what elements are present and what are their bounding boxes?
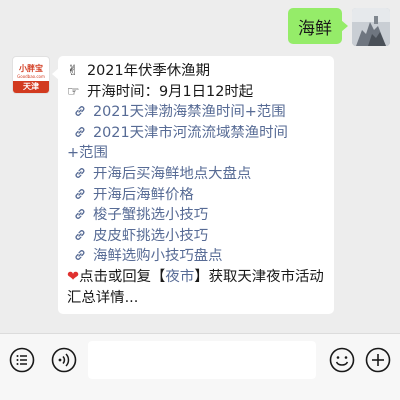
link-text: 2021天津渤海禁渔时间+范围 — [93, 104, 286, 121]
open-time-text: 开海时间：9月1日12时起 — [87, 83, 254, 100]
link-item-river-ban[interactable]: 2021天津市河流流域禁渔时间 — [67, 123, 325, 144]
reply-title-line: ✌ 2021年伏季休渔期 — [67, 61, 325, 82]
link-text: 2021天津市河流流域禁渔时间 — [93, 124, 288, 141]
link-icon — [75, 168, 85, 178]
link-item-shrimp-tips[interactable]: 皮皮虾挑选小技巧 — [67, 226, 325, 247]
link-icon — [75, 188, 85, 199]
footer-pre: 点击或回复【 — [79, 268, 166, 285]
sent-message-row: 海鲜 — [288, 8, 390, 46]
link-text: 皮皮虾挑选小技巧 — [93, 227, 209, 244]
plus-icon — [365, 347, 391, 373]
bot-avatar-city: 天津 — [13, 81, 49, 93]
link-text: 开海后买海鲜地点大盘点 — [93, 165, 252, 182]
footer-keyword-link[interactable]: 夜市 — [165, 269, 194, 285]
more-button[interactable] — [364, 346, 392, 374]
voice-button[interactable] — [50, 346, 78, 374]
received-message-bubble[interactable]: ✌ 2021年伏季休渔期 ☞ 开海时间：9月1日12时起 2021天津渤海禁渔时间+… — [52, 56, 334, 315]
emoji-button[interactable] — [328, 346, 356, 374]
link-item-bohai-ban[interactable]: 2021天津渤海禁渔时间+范围 — [67, 102, 325, 123]
victory-hand-icon: ✌ — [67, 63, 79, 79]
bot-avatar[interactable]: 小胖宝 Goodbao.com 天津 — [12, 56, 50, 94]
reply-title: 2021年伏季休渔期 — [87, 63, 210, 79]
link-text: 梭子蟹挑选小技巧 — [93, 207, 209, 224]
bot-avatar-brand: 小胖宝 — [19, 64, 43, 73]
input-bar — [0, 333, 400, 385]
link-text: 开海后海鲜价格 — [93, 186, 194, 203]
link-icon — [75, 209, 85, 219]
menu-icon — [9, 347, 35, 373]
voice-icon — [51, 347, 77, 373]
emoji-icon — [329, 347, 355, 373]
link-text: 海鲜选购小技巧盘点 — [93, 248, 223, 265]
pointing-hand-icon: ☞ — [67, 83, 80, 100]
menu-button[interactable] — [8, 346, 36, 374]
link-icon — [75, 126, 85, 137]
link-item-buying-tips[interactable]: 海鲜选购小技巧盘点 — [67, 246, 325, 267]
user-avatar[interactable] — [352, 8, 390, 46]
message-input[interactable] — [88, 341, 316, 379]
link-item-prices[interactable]: 开海后海鲜价格 — [67, 185, 325, 206]
heart-icon: ❤ — [67, 268, 80, 285]
sent-message-text: 海鲜 — [298, 18, 332, 39]
open-time-line: ☞ 开海时间：9月1日12时起 — [67, 82, 325, 103]
chat-area: 海鲜 小胖宝 Goodbao.com 天津 ✌ 2021年伏季休渔期 ☞ 开海时间：… — [0, 0, 400, 333]
sent-message-bubble[interactable]: 海鲜 — [288, 8, 348, 44]
link-icon — [75, 106, 85, 117]
link-item-crab-tips[interactable]: 梭子蟹挑选小技巧 — [67, 205, 325, 226]
footer-line: ❤点击或回复【夜市】获取天津夜市活动汇总详情... — [67, 267, 325, 308]
user-avatar-photo — [352, 8, 390, 46]
link-icon — [75, 229, 85, 240]
link-item-buy-places[interactable]: 开海后买海鲜地点大盘点 — [67, 164, 325, 185]
link-icon — [75, 250, 85, 261]
bottom-safe-area — [0, 385, 400, 400]
bot-avatar-url: Goodbao.com — [17, 74, 45, 79]
link-continuation[interactable]: +范围 — [67, 143, 325, 164]
